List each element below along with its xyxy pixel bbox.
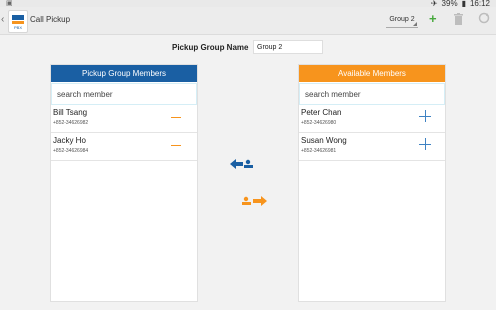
member-phone: +852-34626982 <box>53 120 89 126</box>
move-to-members-icon[interactable] <box>230 158 254 170</box>
move-to-available-icon[interactable] <box>241 195 267 207</box>
action-bar: ‹ PBX Call Pickup Group 2 + <box>0 7 496 35</box>
members-panel: Pickup Group Members search member Bill … <box>50 64 198 302</box>
available-search-input[interactable]: search member <box>299 83 445 105</box>
trash-icon[interactable] <box>454 13 463 25</box>
members-header: Pickup Group Members <box>51 65 197 82</box>
back-icon[interactable]: ‹ <box>1 14 4 25</box>
logo-text: PBX <box>13 25 22 30</box>
available-header: Available Members <box>299 65 445 82</box>
member-search-input[interactable]: search member <box>51 83 197 105</box>
app-logo[interactable]: PBX <box>8 10 28 33</box>
add-member-icon[interactable] <box>419 110 431 122</box>
group-spinner[interactable]: Group 2 <box>386 13 418 28</box>
logo-bar-orange <box>12 21 24 24</box>
remove-icon[interactable] <box>171 117 181 118</box>
list-item[interactable]: Bill Tsang +852-34626982 <box>51 105 197 133</box>
available-phone: +852-34626981 <box>301 148 337 154</box>
sync-icon[interactable] <box>478 12 490 24</box>
member-name: Bill Tsang <box>53 108 88 117</box>
list-item[interactable]: Susan Wong +852-34626981 <box>299 133 445 161</box>
available-panel: Available Members search member Peter Ch… <box>298 64 446 302</box>
group-name-label: Pickup Group Name <box>172 43 249 52</box>
available-phone: +852-34626980 <box>301 120 337 126</box>
remove-icon[interactable] <box>171 145 181 146</box>
logo-bar-blue <box>12 15 24 20</box>
member-phone: +852-34626984 <box>53 148 89 154</box>
list-item[interactable]: Peter Chan +852-34626980 <box>299 105 445 133</box>
group-spinner-label: Group 2 <box>389 16 415 23</box>
add-icon[interactable]: + <box>429 11 437 26</box>
notification-icon: ▣ <box>6 0 13 7</box>
list-item[interactable]: Jacky Ho +852-34626984 <box>51 133 197 161</box>
available-name: Susan Wong <box>301 136 347 145</box>
status-bar: ▣ ✈ 39% ▮ 16:12 <box>0 0 496 8</box>
member-name: Jacky Ho <box>53 136 86 145</box>
available-name: Peter Chan <box>301 108 342 117</box>
dropdown-triangle-icon <box>413 22 417 26</box>
page-title: Call Pickup <box>30 15 71 24</box>
add-member-icon[interactable] <box>419 138 431 150</box>
group-name-input[interactable]: Group 2 <box>253 40 323 54</box>
